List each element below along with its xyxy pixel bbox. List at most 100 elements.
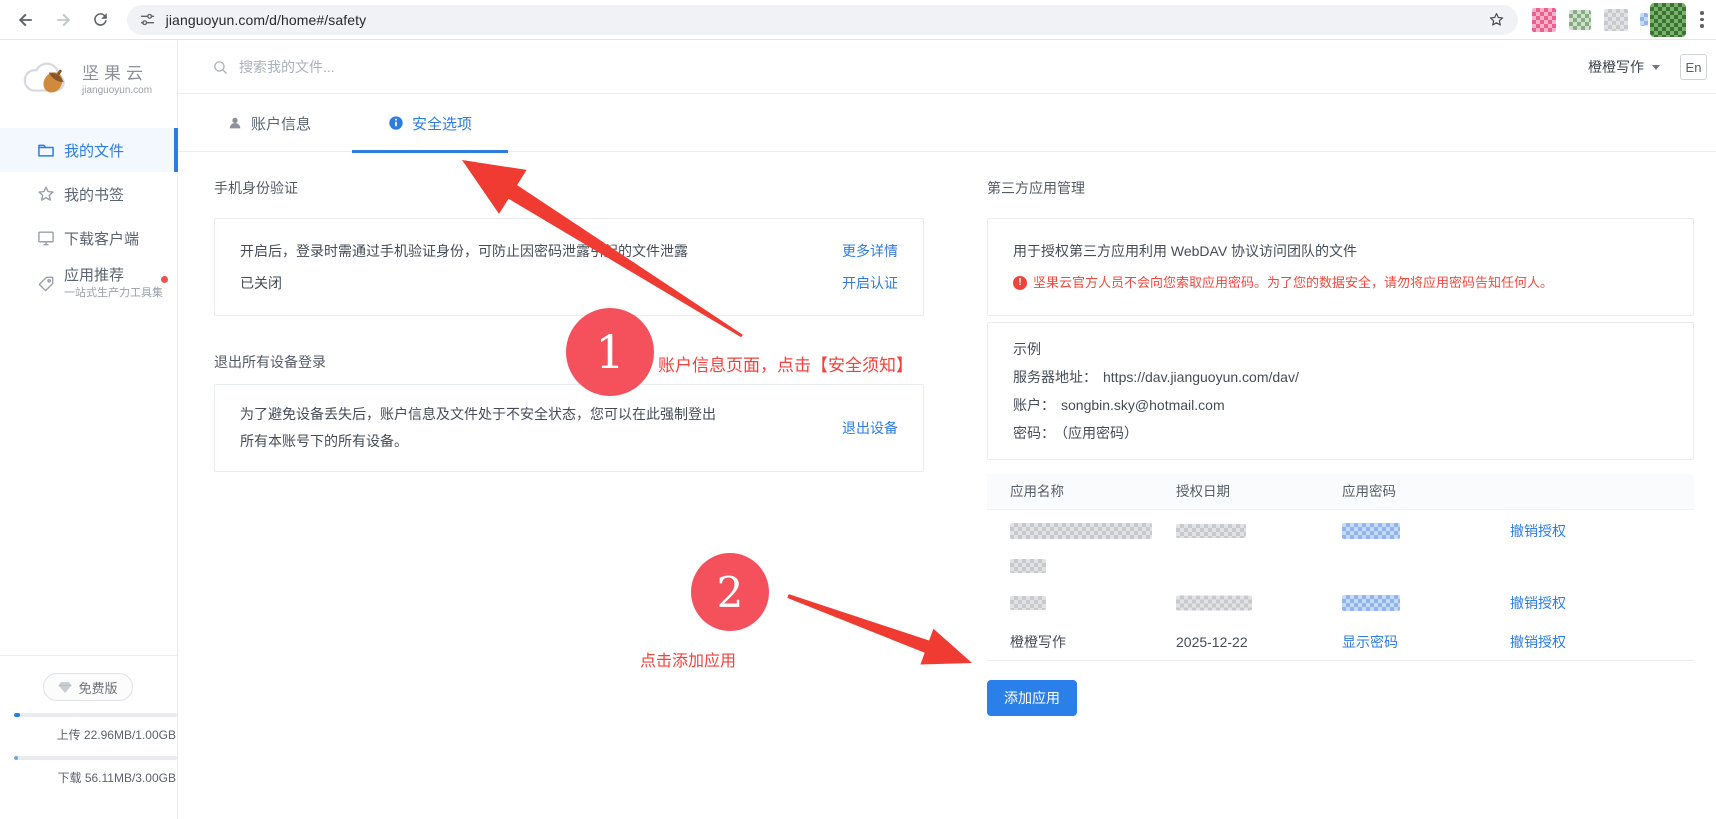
show-password-link[interactable]: 显示密码 (1342, 632, 1398, 652)
column-header-app-name: 应用名称 (1010, 484, 1064, 499)
blurred-app-name (1010, 523, 1152, 539)
table-row: 撤销授权 (987, 594, 1694, 612)
revoke-auth-link[interactable]: 撤销授权 (1510, 632, 1566, 652)
sidebar-item-download-client[interactable]: 下载客户端 (0, 216, 178, 260)
revoke-auth-link[interactable]: 撤销授权 (1510, 593, 1566, 613)
tab-account-info[interactable]: 账户信息 (191, 94, 347, 152)
sidebar-footer: 免费版 上传 22.96MB/1.00GB 下载 56.11MB/3.00GB (0, 655, 178, 785)
blurred-password-link[interactable] (1342, 523, 1400, 539)
folder-icon (36, 140, 56, 160)
site-settings-icon[interactable] (139, 11, 156, 28)
app-name: 橙橙写作 (1010, 634, 1066, 650)
blurred-extension-icon[interactable] (1569, 9, 1592, 30)
extensions-area (1530, 2, 1687, 37)
example-title: 示例 (1013, 341, 1041, 357)
password-value: （应用密码） (1061, 425, 1138, 441)
phone-auth-card: 开启后，登录时需通过手机验证身份，可防止因密码泄露引起的文件泄露 更多详情 已关… (214, 218, 924, 316)
server-address: https://dav.jianguoyun.com/dav/ (1103, 369, 1299, 385)
sidebar-item-label: 我的书签 (64, 186, 125, 204)
download-progressbar (14, 756, 177, 760)
tab-label: 账户信息 (250, 115, 311, 133)
add-app-button[interactable]: 添加应用 (987, 680, 1077, 716)
app-logo[interactable]: 坚果云 jianguoyun.com (20, 54, 152, 100)
phone-auth-desc: 开启后，登录时需通过手机验证身份，可防止因密码泄露引起的文件泄露 (240, 243, 688, 259)
brand-name: 坚果云 (82, 63, 148, 83)
section-title-logout-all: 退出所有设备登录 (214, 354, 326, 370)
url-text[interactable]: jianguoyun.com/d/home#/safety (166, 12, 1488, 28)
browser-chrome: jianguoyun.com/d/home#/safety (0, 0, 1716, 40)
sidebar-item-label: 下载客户端 (64, 230, 140, 248)
tab-label: 安全选项 (411, 115, 472, 133)
section-title-phone-auth: 手机身份验证 (214, 180, 298, 196)
bookmark-star-icon[interactable] (1487, 10, 1506, 29)
more-details-link[interactable]: 更多详情 (842, 241, 898, 261)
forward-icon[interactable] (52, 8, 76, 32)
webdav-example-card: 示例 服务器地址： https://dav.jianguoyun.com/dav/… (987, 322, 1694, 460)
blurred-extension-icon[interactable] (1532, 7, 1557, 32)
blurred-extension-icon[interactable] (1604, 8, 1629, 31)
sidebar-item-my-files[interactable]: 我的文件 (0, 128, 178, 172)
blurred-profile-avatar[interactable] (1650, 2, 1687, 37)
phone-auth-status: 已关闭 (240, 275, 282, 291)
chevron-down-icon (1652, 64, 1660, 70)
search-box[interactable] (212, 40, 659, 94)
security-left-column: 手机身份验证 开启后，登录时需通过手机验证身份，可防止因密码泄露引起的文件泄露 … (214, 178, 924, 472)
section-title-third-party: 第三方应用管理 (987, 180, 1085, 196)
column-header-app-password: 应用密码 (1342, 484, 1396, 499)
tab-security-options[interactable]: 安全选项 (352, 94, 508, 153)
info-icon (388, 115, 404, 131)
tag-icon (36, 274, 56, 294)
browser-menu-icon[interactable] (1700, 11, 1704, 28)
sidebar-item-label: 我的文件 (64, 142, 125, 160)
table-header-row: 应用名称 授权日期 应用密码 (987, 474, 1694, 510)
main-header: 橙橙写作 En (178, 40, 1716, 94)
step-2-note: 点击添加应用 (640, 653, 737, 670)
table-row: 撤销授权 (987, 522, 1694, 540)
user-icon (227, 115, 243, 131)
revoke-auth-link[interactable]: 撤销授权 (1510, 521, 1566, 541)
server-label: 服务器地址： (1013, 369, 1097, 385)
sidebar-item-label: 应用推荐 (64, 267, 125, 285)
table-row: 橙橙写作 2025-12-22 显示密码 撤销授权 (987, 632, 1694, 652)
webdav-warning-text: 坚果云官方人员不会向您索取应用密码。为了您的数据安全，请勿将应用密码告知任何人。 (1033, 275, 1554, 290)
blurred-app-name (1010, 596, 1046, 610)
webdav-desc: 用于授权第三方应用利用 WebDAV 协议访问团队的文件 (1013, 243, 1358, 259)
star-icon (36, 184, 56, 204)
plan-badge[interactable]: 免费版 (43, 673, 133, 701)
warning-icon: ! (1013, 276, 1027, 290)
diamond-icon (58, 681, 72, 694)
search-icon (212, 59, 229, 76)
account-menu[interactable]: 橙橙写作 (1588, 40, 1660, 94)
table-row-name-wrap (987, 558, 1694, 574)
password-label: 密码： (1013, 425, 1055, 441)
brand-domain: jianguoyun.com (82, 84, 153, 96)
column-header-auth-date: 授权日期 (1176, 484, 1230, 499)
sidebar-menu: 我的文件 我的书签 下载客户端 应用推荐 一站式生产力工具集 (0, 128, 178, 308)
monitor-icon (36, 228, 56, 248)
url-bar[interactable]: jianguoyun.com/d/home#/safety (126, 4, 1519, 35)
language-toggle-button[interactable]: En (1680, 54, 1707, 80)
account-name: 橙橙写作 (1588, 59, 1644, 75)
jianguoyun-security-page: jianguoyun.com/d/home#/safety 坚果云 jiangu… (0, 0, 1716, 819)
blurred-auth-date (1176, 595, 1252, 611)
sidebar: 坚果云 jianguoyun.com 我的文件 我的书签 下载客户端 应用推荐 … (0, 40, 178, 819)
blurred-password-link[interactable] (1342, 595, 1400, 611)
arrow-to-add-app-button (787, 594, 972, 665)
blurred-extension-icon[interactable] (1640, 13, 1649, 26)
logout-devices-link[interactable]: 退出设备 (842, 418, 898, 438)
webdav-info-card: 用于授权第三方应用利用 WebDAV 协议访问团队的文件 ! 坚果云官方人员不会… (987, 218, 1694, 316)
refresh-icon[interactable] (89, 8, 113, 32)
enable-auth-link[interactable]: 开启认证 (842, 273, 898, 293)
sidebar-item-subtitle: 一站式生产力工具集 (64, 287, 163, 300)
upload-progressbar (14, 713, 177, 717)
third-party-column: 第三方应用管理 用于授权第三方应用利用 WebDAV 协议访问团队的文件 ! 坚… (987, 178, 1694, 716)
acorn-cloud-logo-icon (20, 54, 76, 100)
sidebar-item-app-recommend[interactable]: 应用推荐 一站式生产力工具集 (0, 260, 178, 308)
sidebar-item-bookmarks[interactable]: 我的书签 (0, 172, 178, 216)
blurred-auth-date (1176, 524, 1246, 538)
step-2-badge: 2 (691, 553, 769, 631)
download-quota: 下载 56.11MB/3.00GB (57, 771, 176, 785)
plan-label: 免费版 (78, 680, 118, 696)
back-icon[interactable] (14, 8, 38, 32)
search-input[interactable] (239, 59, 659, 75)
